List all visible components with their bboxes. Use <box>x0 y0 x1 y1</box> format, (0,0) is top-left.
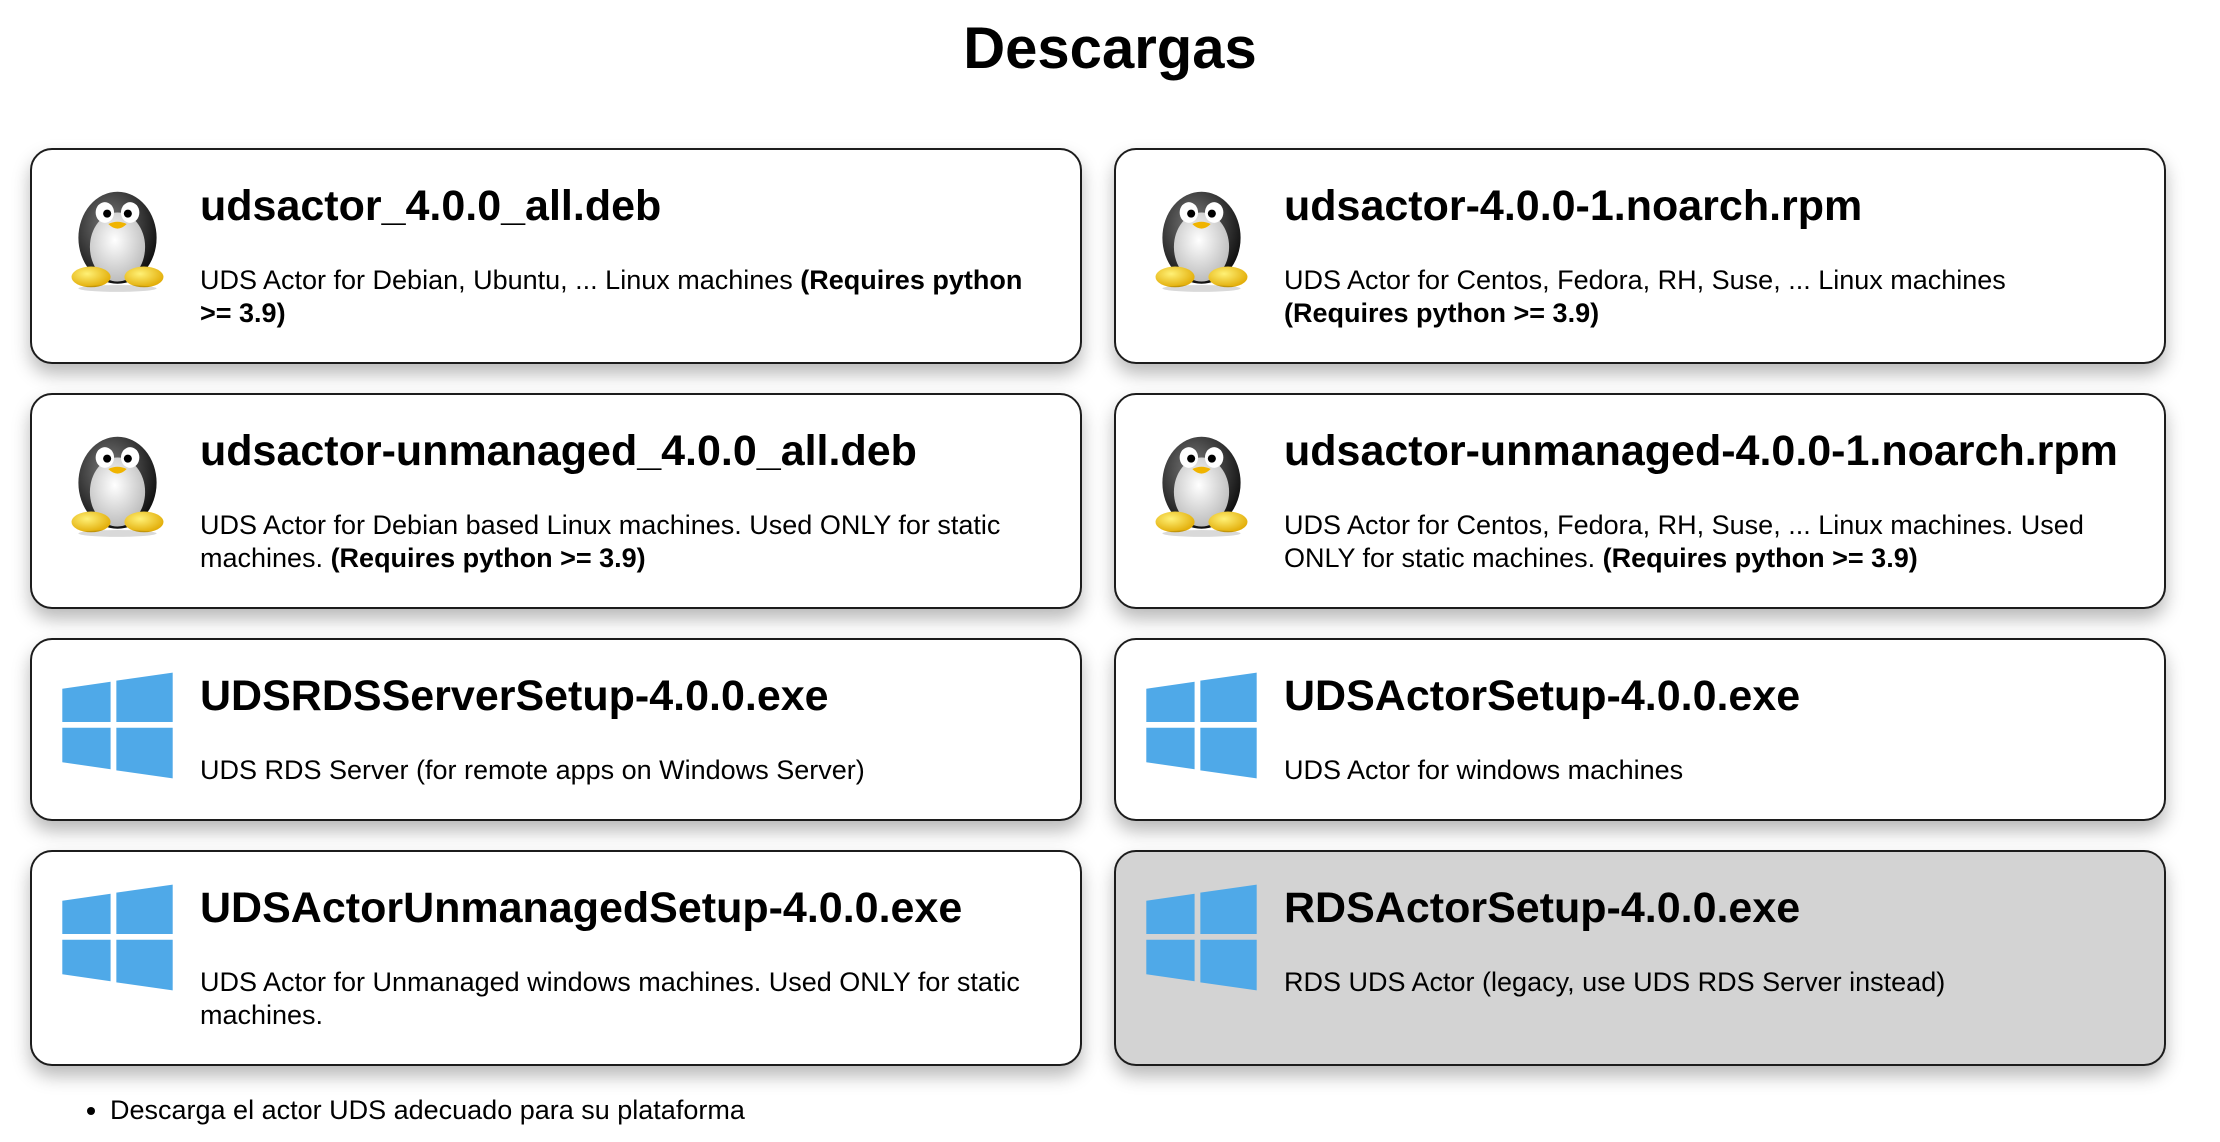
download-card-udsactor-unmanaged-rpm[interactable]: udsactor-unmanaged-4.0.0-1.noarch.rpm UD… <box>1114 393 2166 609</box>
download-title[interactable]: udsactor-unmanaged_4.0.0_all.deb <box>200 425 1056 477</box>
download-description: RDS UDS Actor (legacy, use UDS RDS Serve… <box>1284 967 1946 997</box>
download-description: UDS Actor for windows machines <box>1284 755 1684 785</box>
download-description: UDS Actor for Unmanaged windows machines… <box>200 967 1020 1030</box>
download-title[interactable]: UDSRDSServerSetup-4.0.0.exe <box>200 670 1056 722</box>
windows-logo-icon <box>1144 880 1259 995</box>
download-title[interactable]: UDSActorSetup-4.0.0.exe <box>1284 670 2140 722</box>
windows-logo-icon <box>60 668 175 783</box>
download-description: UDS Actor for Centos, Fedora, RH, Suse, … <box>1284 265 2006 328</box>
linux-penguin-icon <box>60 178 175 293</box>
download-description: UDS Actor for Debian based Linux machine… <box>200 510 1001 573</box>
download-description: UDS Actor for Debian, Ubuntu, ... Linux … <box>200 265 1023 328</box>
linux-penguin-icon <box>60 423 175 538</box>
windows-logo-icon <box>60 880 175 995</box>
download-card-udsactorunmanagedsetup[interactable]: UDSActorUnmanagedSetup-4.0.0.exe UDS Act… <box>30 850 1082 1066</box>
download-title[interactable]: UDSActorUnmanagedSetup-4.0.0.exe <box>200 882 1056 934</box>
download-card-udsactor-deb[interactable]: udsactor_4.0.0_all.deb UDS Actor for Deb… <box>30 148 1082 364</box>
download-card-rdsactorsetup-legacy[interactable]: RDSActorSetup-4.0.0.exe RDS UDS Actor (l… <box>1114 850 2166 1066</box>
linux-penguin-icon <box>1144 178 1259 293</box>
page-title: Descargas <box>963 16 1257 81</box>
help-notes: Descarga el actor UDS adecuado para su p… <box>80 1090 745 1130</box>
download-title[interactable]: RDSActorSetup-4.0.0.exe <box>1284 882 2140 934</box>
linux-penguin-icon <box>1144 423 1259 538</box>
python-requirement: (Requires python >= 3.9) <box>1284 298 1600 328</box>
help-note: Descarga el actor UDS adecuado para su p… <box>110 1090 745 1130</box>
download-title[interactable]: udsactor-4.0.0-1.noarch.rpm <box>1284 180 2140 232</box>
python-requirement: (Requires python >= 3.9) <box>330 543 646 573</box>
download-card-udsactor-unmanaged-deb[interactable]: udsactor-unmanaged_4.0.0_all.deb UDS Act… <box>30 393 1082 609</box>
download-description: UDS RDS Server (for remote apps on Windo… <box>200 755 865 785</box>
download-card-udsactor-rpm[interactable]: udsactor-4.0.0-1.noarch.rpm UDS Actor fo… <box>1114 148 2166 364</box>
download-title[interactable]: udsactor-unmanaged-4.0.0-1.noarch.rpm <box>1284 425 2140 477</box>
download-card-udsrdsserversetup[interactable]: UDSRDSServerSetup-4.0.0.exe UDS RDS Serv… <box>30 638 1082 821</box>
windows-logo-icon <box>1144 668 1259 783</box>
download-description: UDS Actor for Centos, Fedora, RH, Suse, … <box>1284 510 2084 573</box>
download-card-udsactorsetup[interactable]: UDSActorSetup-4.0.0.exe UDS Actor for wi… <box>1114 638 2166 821</box>
python-requirement: (Requires python >= 3.9) <box>1602 543 1918 573</box>
download-title[interactable]: udsactor_4.0.0_all.deb <box>200 180 1056 232</box>
